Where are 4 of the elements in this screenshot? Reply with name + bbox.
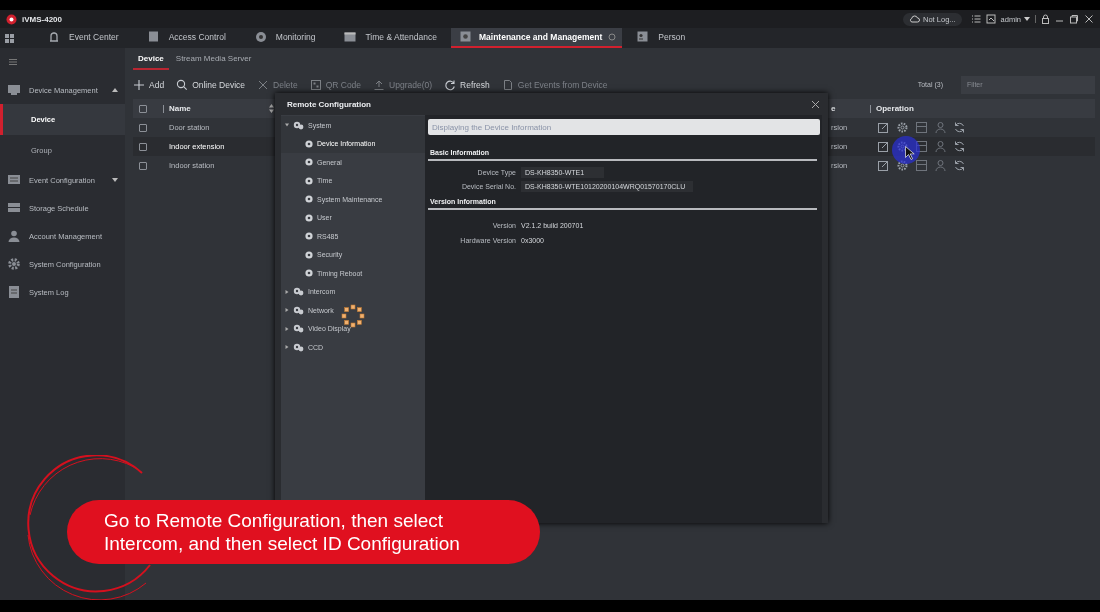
dialog-title: Remote Configuration <box>287 99 371 109</box>
status-message: Displaying the Device Information <box>428 119 820 135</box>
instruction-caption: Go to Remote Configuration, then select Intercom, and then select ID Configuration <box>67 500 540 564</box>
app-title: iVMS-4200 <box>22 14 63 24</box>
